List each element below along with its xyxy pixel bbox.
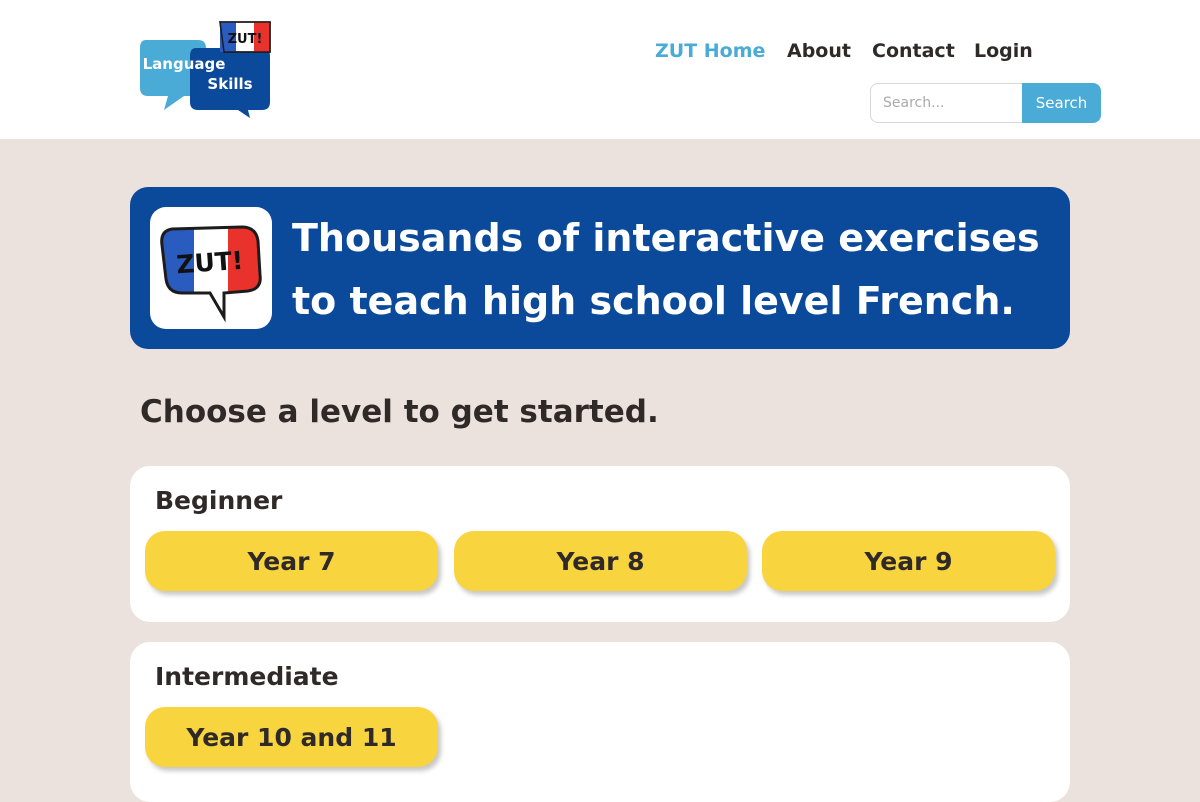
language-skills-logo[interactable]: ZUT! Language Skills <box>138 18 274 122</box>
search-button[interactable]: Search <box>1022 83 1101 123</box>
main-nav: ZUT Home About Contact Login <box>640 40 1040 64</box>
level-prompt: Choose a level to get started. <box>140 394 659 430</box>
nav-zut-home[interactable]: ZUT Home <box>655 40 765 62</box>
nav-contact[interactable]: Contact <box>872 40 955 62</box>
hero-headline-line-2: to teach high school level French. <box>292 279 1015 323</box>
level-card-intermediate: Intermediate Year 10 and 11 <box>130 642 1070 802</box>
hero-icon-tile: ZUT! <box>150 207 272 329</box>
nav-login[interactable]: Login <box>974 40 1033 62</box>
svg-text:ZUT!: ZUT! <box>175 246 244 280</box>
level-title: Intermediate <box>155 662 339 691</box>
site-header: ZUT! Language Skills ZUT Home About Cont… <box>0 0 1200 139</box>
nav-about[interactable]: About <box>787 40 851 62</box>
hero-headline-line-1: Thousands of interactive exercises <box>292 216 1040 260</box>
year-9-button[interactable]: Year 9 <box>762 531 1055 591</box>
search-input[interactable] <box>870 83 1024 123</box>
year-8-button[interactable]: Year 8 <box>454 531 747 591</box>
search-form: Search <box>870 83 1101 123</box>
level-card-beginner: Beginner Year 7 Year 8 Year 9 <box>130 466 1070 622</box>
year-10-and-11-button[interactable]: Year 10 and 11 <box>145 707 438 767</box>
zut-speech-bubble-icon: ZUT! <box>160 225 262 323</box>
hero-headline: Thousands of interactive exercises to te… <box>292 207 1062 333</box>
hero-banner: ZUT! Thousands of interactive exercises … <box>130 187 1070 349</box>
level-title: Beginner <box>155 486 283 515</box>
year-7-button[interactable]: Year 7 <box>145 531 438 591</box>
svg-text:Skills: Skills <box>207 75 252 93</box>
svg-text:Language: Language <box>143 55 226 73</box>
svg-text:ZUT!: ZUT! <box>228 32 263 47</box>
